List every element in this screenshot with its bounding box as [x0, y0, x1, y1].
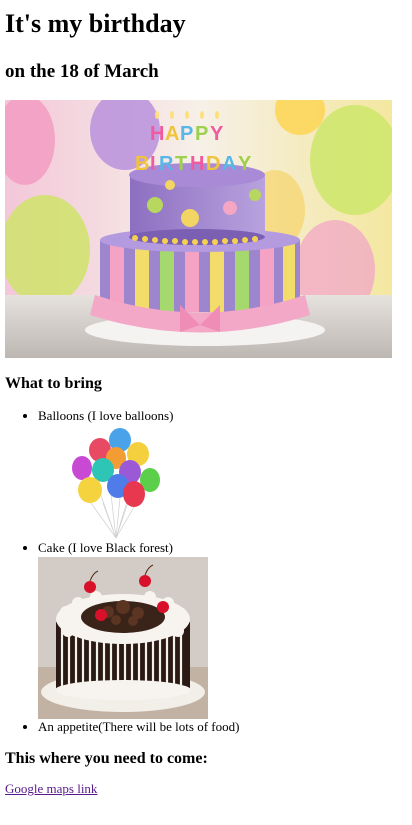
page-title: It's my birthday: [5, 9, 186, 38]
svg-text:I: I: [150, 153, 156, 175]
svg-text:Y: Y: [210, 123, 224, 145]
where-heading: This where you need to come:: [5, 750, 208, 767]
black-forest-cake-image: [38, 557, 208, 719]
svg-text:T: T: [175, 153, 187, 175]
svg-text:A: A: [222, 153, 236, 175]
svg-text:D: D: [206, 153, 220, 175]
svg-text:P: P: [180, 123, 193, 145]
google-maps-link[interactable]: Google maps link: [5, 781, 97, 797]
svg-text:B: B: [135, 153, 149, 175]
page-subtitle: on the 18 of March: [5, 61, 159, 82]
what-to-bring-heading: What to bring: [5, 375, 102, 392]
list-item-appetite: An appetite(There will be lots of food): [38, 719, 407, 735]
birthday-cake-image: H A P P Y B I R T H D A Y: [5, 100, 392, 358]
svg-text:H: H: [150, 123, 164, 145]
svg-text:A: A: [165, 123, 179, 145]
list-item-label: An appetite(There will be lots of food): [38, 719, 240, 734]
list-item-label: Balloons (I love balloons): [38, 408, 174, 423]
svg-text:R: R: [159, 153, 174, 175]
svg-text:H: H: [190, 153, 204, 175]
page-container: It's my birthday on the 18 of March H A …: [0, 8, 412, 798]
svg-text:P: P: [195, 123, 208, 145]
list-item-balloons: Balloons (I love balloons): [38, 408, 407, 540]
svg-text:Y: Y: [238, 153, 252, 175]
list-item-cake: Cake (I love Black forest): [38, 540, 407, 719]
bring-list: Balloons (I love balloons): [5, 408, 407, 735]
list-item-label: Cake (I love Black forest): [38, 540, 174, 555]
balloons-image: [68, 428, 164, 540]
